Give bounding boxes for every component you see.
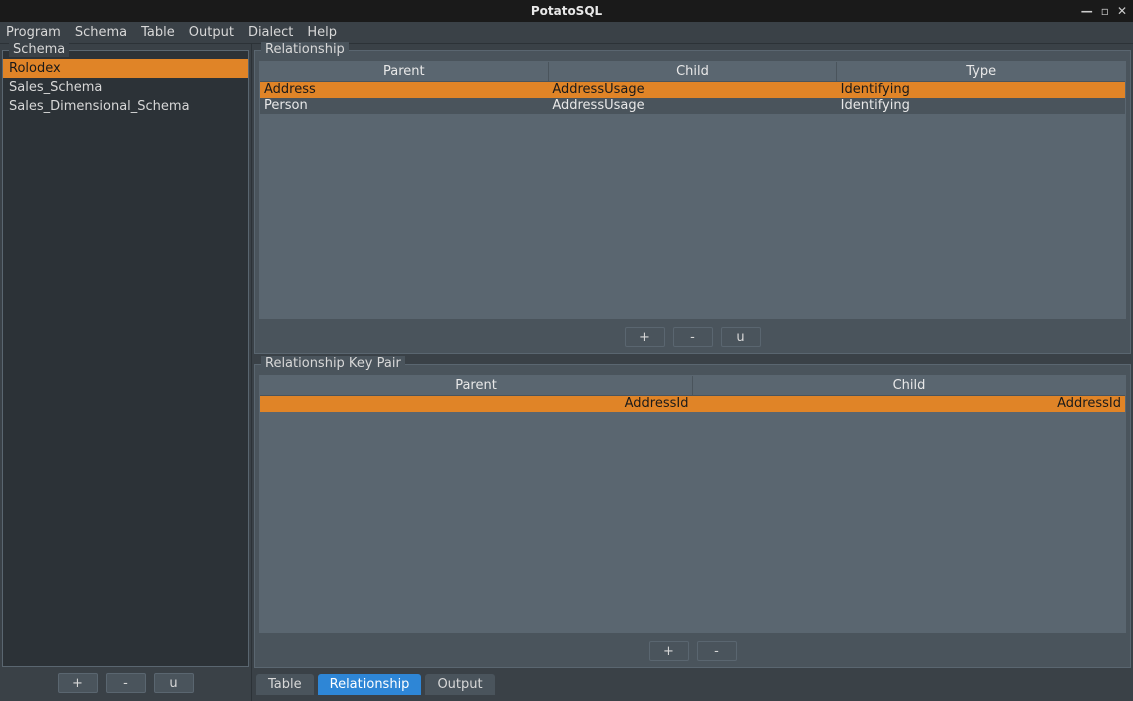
keypair-grid-header: Parent Child bbox=[260, 376, 1125, 396]
app-title: PotatoSQL bbox=[531, 4, 602, 18]
keypair-remove-button[interactable]: - bbox=[697, 641, 737, 661]
maximize-icon[interactable]: ▫ bbox=[1101, 4, 1109, 18]
tab-bar: Table Relationship Output bbox=[254, 670, 1131, 699]
keypair-panel: Relationship Key Pair Parent Child Addre… bbox=[254, 364, 1131, 668]
kp-cell-parent: AddressId bbox=[260, 396, 693, 412]
menu-schema[interactable]: Schema bbox=[75, 25, 127, 40]
keypair-button-row: + - bbox=[255, 635, 1130, 667]
kp-header-child[interactable]: Child bbox=[693, 376, 1125, 395]
rel-cell-type: Identifying bbox=[837, 98, 1125, 114]
schema-item-sales-dimensional[interactable]: Sales_Dimensional_Schema bbox=[3, 97, 248, 116]
keypair-add-button[interactable]: + bbox=[649, 641, 689, 661]
kp-header-parent[interactable]: Parent bbox=[260, 376, 693, 395]
schema-button-row: + - u bbox=[2, 667, 249, 699]
tab-table[interactable]: Table bbox=[256, 674, 314, 695]
relationship-grid-body: Address AddressUsage Identifying Person … bbox=[260, 82, 1125, 318]
schema-remove-button[interactable]: - bbox=[106, 673, 146, 693]
rel-cell-child: AddressUsage bbox=[548, 82, 836, 98]
relationship-panel-title: Relationship bbox=[261, 42, 349, 57]
rel-header-type[interactable]: Type bbox=[837, 62, 1125, 81]
minimize-icon[interactable]: — bbox=[1081, 4, 1093, 18]
relationship-add-button[interactable]: + bbox=[625, 327, 665, 347]
relationship-grid-header: Parent Child Type bbox=[260, 62, 1125, 82]
relationship-remove-button[interactable]: - bbox=[673, 327, 713, 347]
relationship-row[interactable]: Address AddressUsage Identifying bbox=[260, 82, 1125, 98]
schema-add-button[interactable]: + bbox=[58, 673, 98, 693]
schema-panel: Schema Rolodex Sales_Schema Sales_Dimens… bbox=[2, 50, 249, 667]
sidebar: Schema Rolodex Sales_Schema Sales_Dimens… bbox=[0, 44, 252, 701]
rel-header-child[interactable]: Child bbox=[549, 62, 838, 81]
menu-help[interactable]: Help bbox=[307, 25, 337, 40]
rel-cell-child: AddressUsage bbox=[548, 98, 836, 114]
schema-update-button[interactable]: u bbox=[154, 673, 194, 693]
relationship-row[interactable]: Person AddressUsage Identifying bbox=[260, 98, 1125, 114]
menu-dialect[interactable]: Dialect bbox=[248, 25, 293, 40]
tab-output[interactable]: Output bbox=[425, 674, 494, 695]
rel-cell-parent: Person bbox=[260, 98, 548, 114]
rel-cell-parent: Address bbox=[260, 82, 548, 98]
rel-cell-type: Identifying bbox=[837, 82, 1125, 98]
keypair-panel-title: Relationship Key Pair bbox=[261, 356, 405, 371]
titlebar: PotatoSQL — ▫ ✕ bbox=[0, 0, 1133, 22]
relationship-button-row: + - u bbox=[255, 321, 1130, 353]
main-area: Relationship Parent Child Type Address A… bbox=[252, 44, 1133, 701]
keypair-grid-body: AddressId AddressId bbox=[260, 396, 1125, 632]
tab-relationship[interactable]: Relationship bbox=[318, 674, 422, 695]
keypair-grid: Parent Child AddressId AddressId bbox=[259, 375, 1126, 633]
relationship-panel: Relationship Parent Child Type Address A… bbox=[254, 50, 1131, 354]
schema-item-sales[interactable]: Sales_Schema bbox=[3, 78, 248, 97]
menubar: Program Schema Table Output Dialect Help bbox=[0, 22, 1133, 44]
kp-cell-child: AddressId bbox=[693, 396, 1126, 412]
menu-output[interactable]: Output bbox=[189, 25, 234, 40]
rel-header-parent[interactable]: Parent bbox=[260, 62, 549, 81]
relationship-update-button[interactable]: u bbox=[721, 327, 761, 347]
schema-list: Rolodex Sales_Schema Sales_Dimensional_S… bbox=[3, 51, 248, 666]
keypair-row[interactable]: AddressId AddressId bbox=[260, 396, 1125, 412]
schema-item-rolodex[interactable]: Rolodex bbox=[3, 59, 248, 78]
menu-table[interactable]: Table bbox=[141, 25, 175, 40]
menu-program[interactable]: Program bbox=[6, 25, 61, 40]
relationship-grid: Parent Child Type Address AddressUsage I… bbox=[259, 61, 1126, 319]
close-icon[interactable]: ✕ bbox=[1117, 4, 1127, 18]
schema-panel-title: Schema bbox=[9, 42, 69, 57]
